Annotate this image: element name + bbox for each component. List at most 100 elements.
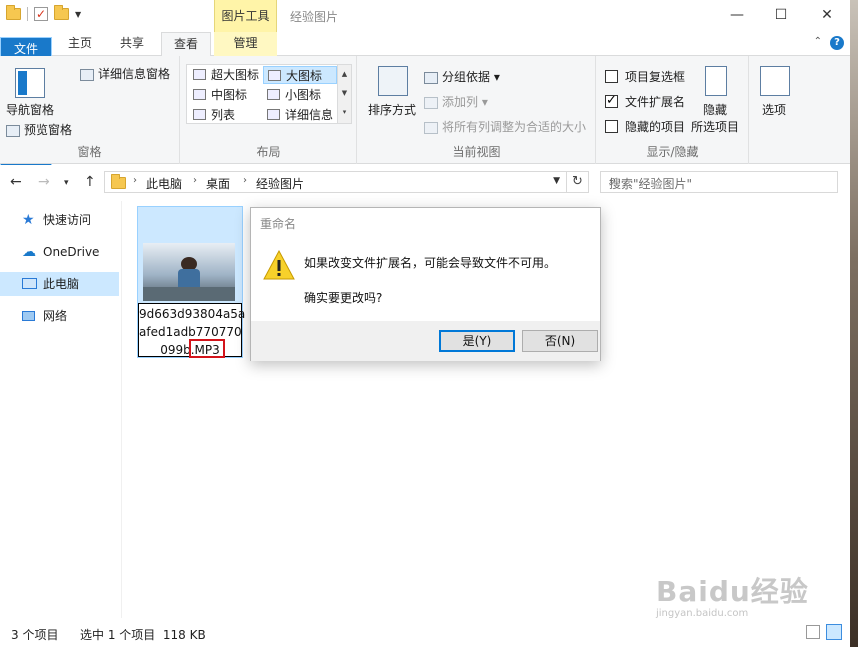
image-thumbnail (143, 243, 235, 301)
file-extensions-label: 文件扩展名 (625, 95, 686, 109)
size-columns-button[interactable]: 将所有列调整为合适的大小 (424, 118, 586, 135)
nav-pane-button[interactable]: 导航窗格 (6, 101, 54, 118)
hide-selected-label-bottom[interactable]: 所选项目 (691, 118, 739, 135)
nav-item-network[interactable]: 网络 (0, 304, 119, 328)
layout-extra-large-icons[interactable]: 超大图标 (189, 66, 263, 84)
desktop-background-strip (850, 0, 858, 647)
warning-icon (263, 250, 295, 280)
crumb-separator-icon[interactable]: › (193, 175, 197, 186)
details-view-icon[interactable] (806, 625, 820, 639)
sort-by-icon[interactable] (378, 66, 408, 96)
computer-icon (22, 278, 37, 289)
new-folder-icon[interactable] (54, 5, 69, 20)
explorer-window: ✓ ▼ 图片工具 经验图片 — ☐ ✕ 文件 主页 共享 查看 管理 ⌃ ? 导… (0, 0, 858, 647)
layout-large-icons[interactable]: 大图标 (263, 66, 337, 84)
crumb-separator-icon[interactable]: › (243, 175, 247, 186)
no-button[interactable]: 否(N) (522, 330, 598, 352)
layout-label-list: 列表 (211, 108, 236, 122)
forward-arrow-icon[interactable]: → (38, 174, 50, 190)
item-checkboxes-checkbox[interactable] (605, 70, 618, 83)
group-label-show-hide: 显示/隐藏 (646, 145, 699, 159)
file-extensions-toggle[interactable]: 文件扩展名 (605, 93, 685, 110)
layout-label-small: 小图标 (285, 88, 322, 102)
close-button[interactable]: ✕ (804, 0, 850, 30)
nav-label-quick-access: 快速访问 (43, 213, 92, 227)
nav-item-onedrive[interactable]: ☁ OneDrive (0, 240, 119, 264)
large-icons-view-icon[interactable] (826, 624, 842, 640)
layout-details[interactable]: 详细信息 (263, 106, 337, 124)
group-current-view: 排序方式 分组依据 ▾ 添加列 ▾ 将所有列调整为合适的大小 当前视图 (358, 56, 596, 164)
crumb-desktop[interactable]: 桌面 (206, 175, 230, 192)
window-title: 经验图片 (290, 10, 339, 24)
crumb-separator-icon[interactable]: › (133, 175, 137, 186)
navigation-pane: ★ 快速访问 ☁ OneDrive 此电脑 网络 (0, 201, 122, 618)
properties-icon[interactable]: ✓ (34, 7, 48, 21)
group-label-layout: 布局 (256, 145, 281, 159)
details-pane-button[interactable]: 详细信息窗格 (80, 65, 170, 82)
search-icon: ⌕ (609, 173, 617, 188)
nav-label-network: 网络 (43, 309, 68, 323)
layout-scroll[interactable]: ▲ ▼ ▾ (337, 65, 351, 123)
back-arrow-icon[interactable]: ← (10, 174, 22, 190)
add-columns-button[interactable]: 添加列 ▾ (424, 93, 488, 110)
baidu-watermark: Baidu经验 jingyan.baidu.com (656, 570, 846, 624)
sort-by-button[interactable]: 排序方式 (368, 101, 416, 118)
tab-manage[interactable]: 管理 (214, 32, 277, 56)
file-extensions-checkbox[interactable] (605, 93, 618, 108)
group-by-button[interactable]: 分组依据 ▾ (424, 68, 500, 85)
hidden-items-label: 隐藏的项目 (625, 120, 686, 134)
group-layout: 超大图标 大图标 中图标 小图标 列表 详细信息 ▲ ▼ ▾ 布局 (181, 56, 357, 164)
options-button[interactable]: 选项 (762, 101, 786, 118)
tab-home[interactable]: 主页 (58, 32, 102, 56)
layout-small-icons[interactable]: 小图标 (263, 86, 337, 104)
toolbar-separator (27, 7, 28, 21)
preview-pane-button[interactable]: 预览窗格 (6, 121, 72, 138)
item-checkboxes-toggle[interactable]: 项目复选框 (605, 68, 685, 85)
maximize-button[interactable]: ☐ (758, 0, 804, 30)
status-bar: 3 个项目 选中 1 个项目 118 KB (0, 620, 850, 647)
cloud-icon: ☁ (22, 244, 36, 260)
add-columns-icon (424, 96, 438, 109)
rename-line-1: 9d663d93804a5a (139, 307, 246, 321)
hidden-items-toggle[interactable]: 隐藏的项目 (605, 118, 685, 135)
nav-label-this-pc: 此电脑 (43, 277, 80, 291)
refresh-icon[interactable]: ↻ (566, 172, 588, 192)
customize-toolbar-icon[interactable]: ▼ (75, 10, 81, 19)
layout-medium-icons[interactable]: 中图标 (189, 86, 263, 104)
nav-item-this-pc[interactable]: 此电脑 (0, 272, 119, 296)
address-dropdown-icon[interactable]: ▼ (553, 176, 560, 186)
hidden-items-checkbox[interactable] (605, 120, 618, 133)
dialog-title: 重命名 (260, 217, 297, 231)
crumb-folder[interactable]: 经验图片 (256, 175, 304, 192)
minimize-button[interactable]: — (714, 0, 760, 30)
group-by-icon (424, 71, 438, 84)
tab-share[interactable]: 共享 (110, 32, 154, 56)
address-box[interactable]: › 此电脑 › 桌面 › 经验图片 ▼ ↻ (104, 171, 589, 193)
group-options: 选项 (750, 56, 800, 164)
recent-locations-icon[interactable]: ▾ (64, 178, 69, 188)
title-bar: ✓ ▼ 图片工具 经验图片 — ☐ ✕ (0, 0, 850, 32)
hide-selected-label-top[interactable]: 隐藏 (703, 101, 727, 118)
layout-label-xl: 超大图标 (211, 68, 260, 82)
hide-selected-icon[interactable] (705, 66, 727, 96)
up-arrow-icon[interactable]: ↑ (84, 174, 96, 190)
layout-list[interactable]: 列表 (189, 106, 263, 124)
navigation-pane-icon[interactable] (15, 68, 45, 98)
details-pane-label: 详细信息窗格 (98, 67, 171, 81)
group-panes: 导航窗格 预览窗格 详细信息窗格 窗格 (0, 56, 180, 164)
size-columns-label: 将所有列调整为合适的大小 (442, 120, 587, 134)
tab-view[interactable]: 查看 (161, 32, 211, 57)
search-box[interactable]: 搜索"经验图片" ⌕ (600, 171, 838, 193)
network-icon (22, 311, 35, 321)
rename-textbox[interactable]: 9d663d93804a5a afed1adb770770 099b.MP3 (138, 303, 246, 358)
picture-tools-context-tab: 图片工具 (214, 0, 277, 32)
status-item-count: 3 个项目 (11, 628, 59, 642)
options-icon[interactable] (760, 66, 790, 96)
crumb-this-pc[interactable]: 此电脑 (146, 175, 182, 192)
nav-item-quick-access[interactable]: ★ 快速访问 (0, 208, 119, 232)
help-icon[interactable]: ? (830, 36, 844, 50)
file-item-selected[interactable]: 9d663d93804a5a afed1adb770770 099b.MP3 (137, 206, 246, 358)
yes-button[interactable]: 是(Y) (439, 330, 515, 352)
group-by-label: 分组依据 (442, 70, 491, 84)
collapse-ribbon-icon[interactable]: ⌃ (814, 36, 822, 47)
